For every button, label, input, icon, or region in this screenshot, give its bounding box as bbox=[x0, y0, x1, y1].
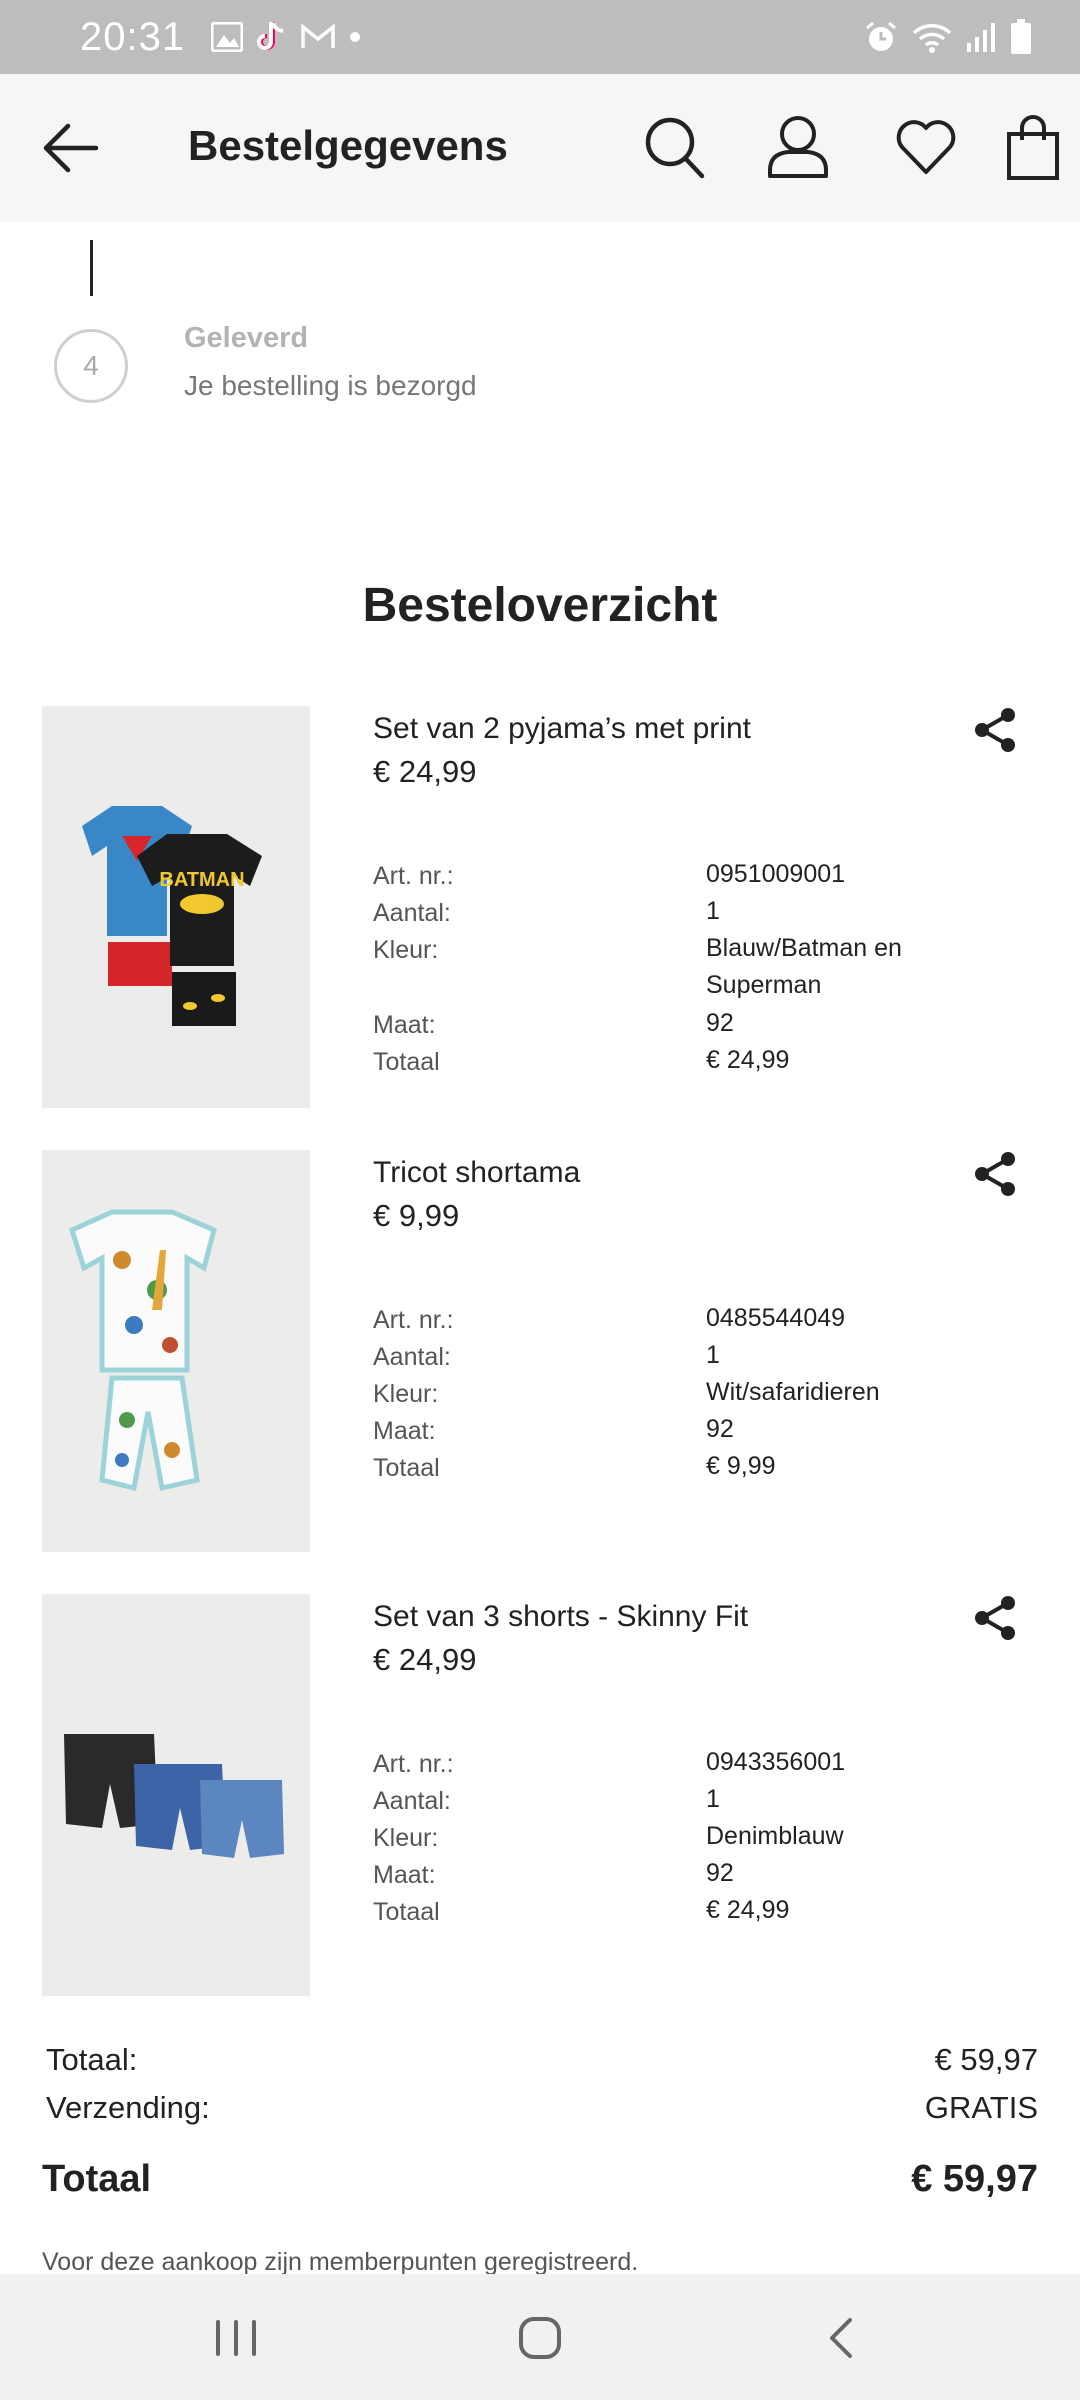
item-price: € 24,99 bbox=[373, 1642, 477, 1677]
quantity-value: 1 bbox=[706, 1341, 720, 1369]
item-name[interactable]: Tricot shortama bbox=[373, 1156, 580, 1190]
item-total-value: € 9,99 bbox=[706, 1452, 776, 1480]
order-item: Tricot shortama € 9,99 Art. nr.: 0485544… bbox=[0, 1150, 1080, 1554]
system-navigation-bar bbox=[0, 2274, 1080, 2400]
battery-icon bbox=[1011, 19, 1031, 54]
subtotal-label: Totaal: bbox=[46, 2042, 138, 2077]
item-price: € 24,99 bbox=[373, 754, 477, 789]
article-label: Art. nr.: bbox=[373, 862, 454, 890]
safari-shortama-image[interactable] bbox=[42, 1150, 310, 1552]
step-description: Je bestelling is bezorgd bbox=[184, 370, 477, 401]
notification-icons bbox=[211, 20, 361, 54]
item-price: € 9,99 bbox=[373, 1198, 460, 1233]
grand-total-label: Totaal bbox=[42, 2158, 152, 2200]
subtotal-value: € 59,97 bbox=[934, 2042, 1038, 2077]
item-total-label: Totaal bbox=[373, 1898, 440, 1926]
shipping-value: GRATIS bbox=[924, 2090, 1038, 2125]
home-icon[interactable] bbox=[510, 2310, 570, 2366]
size-value: 92 bbox=[706, 1859, 734, 1887]
denim-shorts-image[interactable] bbox=[42, 1594, 310, 1996]
account-icon[interactable] bbox=[766, 114, 830, 180]
item-name[interactable]: Set van 2 pyjama’s met print bbox=[373, 712, 751, 746]
wifi-icon bbox=[912, 24, 952, 53]
system-icons bbox=[864, 19, 1032, 55]
article-value: 0485544049 bbox=[706, 1304, 846, 1332]
color-value: Blauw/Batman en Superman bbox=[706, 934, 902, 999]
order-details-screen: 20:31 Bestelgegevens 4 Geleverd Je beste… bbox=[0, 0, 1080, 2400]
size-label: Maat: bbox=[373, 1011, 436, 1039]
gmail-icon bbox=[301, 24, 335, 48]
timeline-connector bbox=[90, 240, 93, 296]
member-points-note: Voor deze aankoop zijn memberpunten gere… bbox=[42, 2248, 639, 2276]
item-name[interactable]: Set van 3 shorts - Skinny Fit bbox=[373, 1600, 748, 1634]
article-value: 0951009001 bbox=[706, 860, 846, 888]
step-number-badge: 4 bbox=[54, 329, 128, 403]
back-icon[interactable] bbox=[812, 2310, 872, 2366]
item-total-value: € 24,99 bbox=[706, 1046, 790, 1074]
article-label: Art. nr.: bbox=[373, 1750, 454, 1778]
size-label: Maat: bbox=[373, 1861, 436, 1889]
color-value: Denimblauw bbox=[706, 1822, 844, 1850]
pyjama-superman-batman-image[interactable]: BATMAN bbox=[42, 706, 310, 1108]
shipping-row: Verzending: GRATIS bbox=[46, 2090, 1038, 2126]
status-bar: 20:31 bbox=[0, 0, 1080, 74]
share-icon[interactable] bbox=[972, 1150, 1020, 1198]
quantity-value: 1 bbox=[706, 897, 720, 925]
share-icon[interactable] bbox=[972, 706, 1020, 754]
color-value: Wit/safaridieren bbox=[706, 1378, 880, 1406]
favorites-heart-icon[interactable] bbox=[894, 114, 958, 180]
color-label: Kleur: bbox=[373, 1380, 439, 1408]
order-overview-title: Besteloverzicht bbox=[362, 579, 718, 632]
svg-text:BATMAN: BATMAN bbox=[159, 869, 244, 891]
article-value: 0943356001 bbox=[706, 1748, 846, 1776]
size-value: 92 bbox=[706, 1415, 734, 1443]
item-total-label: Totaal bbox=[373, 1048, 440, 1076]
order-item: BATMAN Set van 2 pyjama’s met print € 24… bbox=[0, 706, 1080, 1110]
order-item: Set van 3 shorts - Skinny Fit € 24,99 Ar… bbox=[0, 1594, 1080, 1998]
alarm-icon bbox=[866, 21, 896, 51]
article-label: Art. nr.: bbox=[373, 1306, 454, 1334]
quantity-value: 1 bbox=[706, 1785, 720, 1813]
quantity-label: Aantal: bbox=[373, 899, 451, 927]
tiktok-icon bbox=[257, 22, 284, 50]
status-time: 20:31 bbox=[80, 14, 186, 59]
shipping-label: Verzending: bbox=[46, 2090, 210, 2125]
search-icon[interactable] bbox=[642, 114, 706, 180]
quantity-label: Aantal: bbox=[373, 1343, 451, 1371]
signal-icon bbox=[967, 23, 995, 52]
dot-icon bbox=[350, 32, 361, 42]
step-title: Geleverd bbox=[184, 322, 309, 354]
subtotal-row: Totaal: € 59,97 bbox=[46, 2042, 1038, 2078]
grand-total-value: € 59,97 bbox=[911, 2158, 1038, 2200]
shopping-bag-icon[interactable] bbox=[1006, 114, 1060, 180]
app-header: Bestelgegevens bbox=[0, 74, 1080, 222]
size-label: Maat: bbox=[373, 1417, 436, 1445]
quantity-label: Aantal: bbox=[373, 1787, 451, 1815]
item-total-value: € 24,99 bbox=[706, 1896, 790, 1924]
page-title: Bestelgegevens bbox=[188, 122, 508, 169]
back-arrow-icon[interactable] bbox=[38, 118, 102, 178]
color-label: Kleur: bbox=[373, 936, 439, 964]
color-label: Kleur: bbox=[373, 1824, 439, 1852]
recent-apps-icon[interactable] bbox=[206, 2310, 266, 2366]
gallery-icon bbox=[211, 22, 244, 52]
grand-total-row: Totaal € 59,97 bbox=[42, 2158, 1038, 2201]
share-icon[interactable] bbox=[972, 1594, 1020, 1642]
item-total-label: Totaal bbox=[373, 1454, 440, 1482]
size-value: 92 bbox=[706, 1009, 734, 1037]
